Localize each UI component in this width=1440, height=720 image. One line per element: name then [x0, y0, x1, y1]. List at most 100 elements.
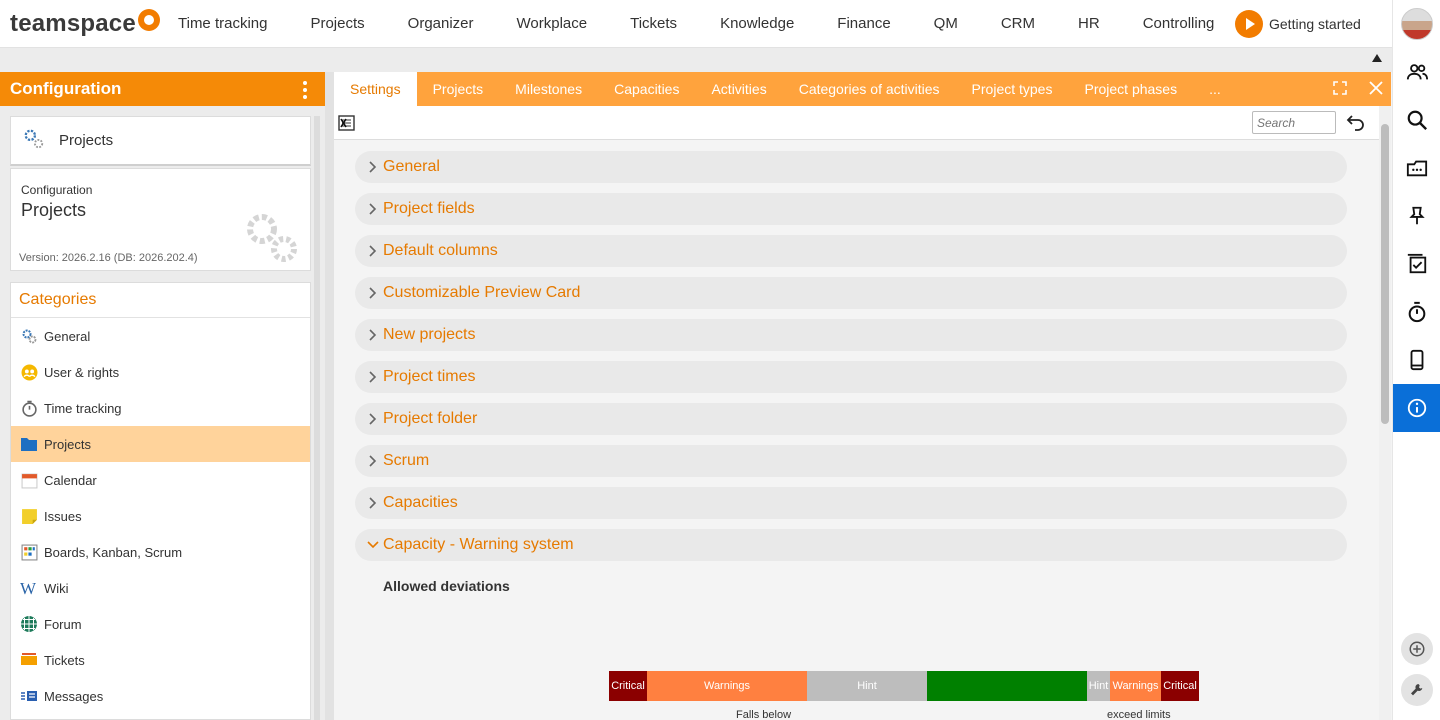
category-label: General — [44, 328, 91, 344]
more-menu-icon[interactable] — [303, 81, 307, 99]
nav-item[interactable]: Knowledge — [720, 15, 794, 32]
undo-icon[interactable] — [1346, 112, 1366, 137]
settings-section[interactable]: Customizable Preview Card — [355, 277, 1347, 309]
section-label: Project times — [383, 368, 476, 385]
tab[interactable]: Settings — [334, 72, 417, 106]
gear-icon — [20, 327, 38, 345]
collapse-up-icon[interactable] — [1372, 54, 1382, 62]
settings-section[interactable]: General — [355, 151, 1347, 183]
wiki-icon: W — [20, 579, 38, 597]
categories-card: Categories General User & rights Time trac… — [10, 282, 311, 720]
add-icon[interactable] — [1401, 633, 1433, 665]
category-item[interactable]: Calendar — [11, 462, 310, 498]
pin-icon[interactable] — [1393, 192, 1440, 240]
settings-section[interactable]: Project times — [355, 361, 1347, 393]
inbox-icon[interactable] — [1393, 144, 1440, 192]
categories-title: Categories — [11, 283, 310, 318]
tab[interactable]: Activities — [695, 72, 782, 106]
folder-icon — [20, 435, 38, 453]
close-icon[interactable] — [1369, 81, 1383, 100]
chevron-right-icon — [363, 367, 383, 387]
category-item[interactable]: Projects — [11, 426, 310, 462]
category-item[interactable]: W Wiki — [11, 570, 310, 606]
getting-started-button[interactable]: Getting started — [1235, 10, 1361, 38]
chevron-right-icon — [363, 493, 383, 513]
maximize-icon[interactable] — [1333, 81, 1347, 100]
nav-item[interactable]: Organizer — [408, 15, 474, 32]
search-input[interactable] — [1252, 111, 1336, 134]
tasks-icon[interactable] — [1393, 240, 1440, 288]
stopwatch-icon — [20, 399, 38, 417]
getting-started-label: Getting started — [1269, 16, 1361, 32]
section-label: General — [383, 158, 440, 175]
board-icon — [20, 543, 38, 561]
section-label: Project folder — [383, 410, 478, 427]
nav-item[interactable]: Finance — [837, 15, 890, 32]
allowed-deviations-title: Allowed deviations — [383, 578, 510, 594]
categories-list: General User & rights Time tracking Project… — [11, 318, 310, 714]
nav-item[interactable]: Time tracking — [178, 15, 267, 32]
category-label: Calendar — [44, 472, 97, 488]
nav-item[interactable]: QM — [934, 15, 958, 32]
exceed-limits-label: exceed limits — [1107, 709, 1171, 720]
category-item[interactable]: Time tracking — [11, 390, 310, 426]
tab[interactable]: Project phases — [1068, 72, 1193, 106]
ticket-icon — [20, 651, 38, 669]
mobile-icon[interactable] — [1393, 336, 1440, 384]
category-item[interactable]: Forum — [11, 606, 310, 642]
splitter[interactable] — [325, 72, 334, 720]
settings-section[interactable]: Default columns — [355, 235, 1347, 267]
wrench-icon[interactable] — [1401, 674, 1433, 706]
category-item[interactable]: Boards, Kanban, Scrum — [11, 534, 310, 570]
category-label: Forum — [44, 616, 82, 632]
nav-item[interactable]: HR — [1078, 15, 1100, 32]
tab[interactable]: Projects — [417, 72, 500, 106]
search-icon[interactable] — [1393, 96, 1440, 144]
category-item[interactable]: Issues — [11, 498, 310, 534]
nav-item[interactable]: Tickets — [630, 15, 677, 32]
settings-section[interactable]: Capacity - Warning system — [355, 529, 1347, 561]
tab[interactable]: Project types — [956, 72, 1069, 106]
nav-item[interactable]: Controlling — [1143, 15, 1215, 32]
chevron-right-icon — [363, 157, 383, 177]
content-toolbar — [334, 106, 1379, 140]
calendar-icon — [20, 471, 38, 489]
tab-list: Settings Projects Milestones Capacities Acti… — [334, 72, 1237, 106]
category-item[interactable]: General — [11, 318, 310, 354]
excel-export-icon[interactable] — [338, 114, 356, 137]
settings-section[interactable]: New projects — [355, 319, 1347, 351]
info-icon[interactable] — [1393, 384, 1440, 432]
chevron-right-icon — [363, 409, 383, 429]
main-scrollbar[interactable] — [1379, 106, 1391, 720]
avatar[interactable] — [1401, 8, 1433, 40]
settings-section[interactable]: Project fields — [355, 193, 1347, 225]
left-scrollbar[interactable] — [314, 116, 320, 720]
settings-section[interactable]: Capacities — [355, 487, 1347, 519]
logo[interactable]: teamspace — [0, 8, 178, 38]
contacts-icon[interactable] — [1393, 48, 1440, 96]
nav-item[interactable]: Workplace — [517, 15, 588, 32]
config-panel: Configuration Projects Configuration Pro… — [0, 72, 325, 720]
category-item[interactable]: User & rights — [11, 354, 310, 390]
settings-section[interactable]: Project folder — [355, 403, 1347, 435]
gear-icon — [23, 128, 45, 154]
chevron-right-icon — [363, 325, 383, 345]
category-item[interactable]: Messages — [11, 678, 310, 714]
tab[interactable]: Capacities — [598, 72, 695, 106]
nav-item[interactable]: Projects — [310, 15, 364, 32]
section-label: Project fields — [383, 200, 475, 217]
tab-bar: Settings Projects Milestones Capacities Acti… — [334, 72, 1391, 106]
nav-item[interactable]: CRM — [1001, 15, 1035, 32]
scroll-thumb[interactable] — [1381, 124, 1389, 424]
tab[interactable]: Milestones — [499, 72, 598, 106]
stopwatch-icon[interactable] — [1393, 288, 1440, 336]
settings-section[interactable]: Scrum — [355, 445, 1347, 477]
falls-below-label: Falls below — [736, 709, 792, 720]
messages-icon — [20, 687, 38, 705]
category-item[interactable]: Tickets — [11, 642, 310, 678]
chevron-down-icon — [363, 535, 383, 555]
module-card[interactable]: Projects — [10, 116, 311, 166]
tab[interactable]: ... — [1193, 72, 1237, 106]
tab[interactable]: Categories of activities — [783, 72, 956, 106]
section-label: Scrum — [383, 452, 430, 469]
